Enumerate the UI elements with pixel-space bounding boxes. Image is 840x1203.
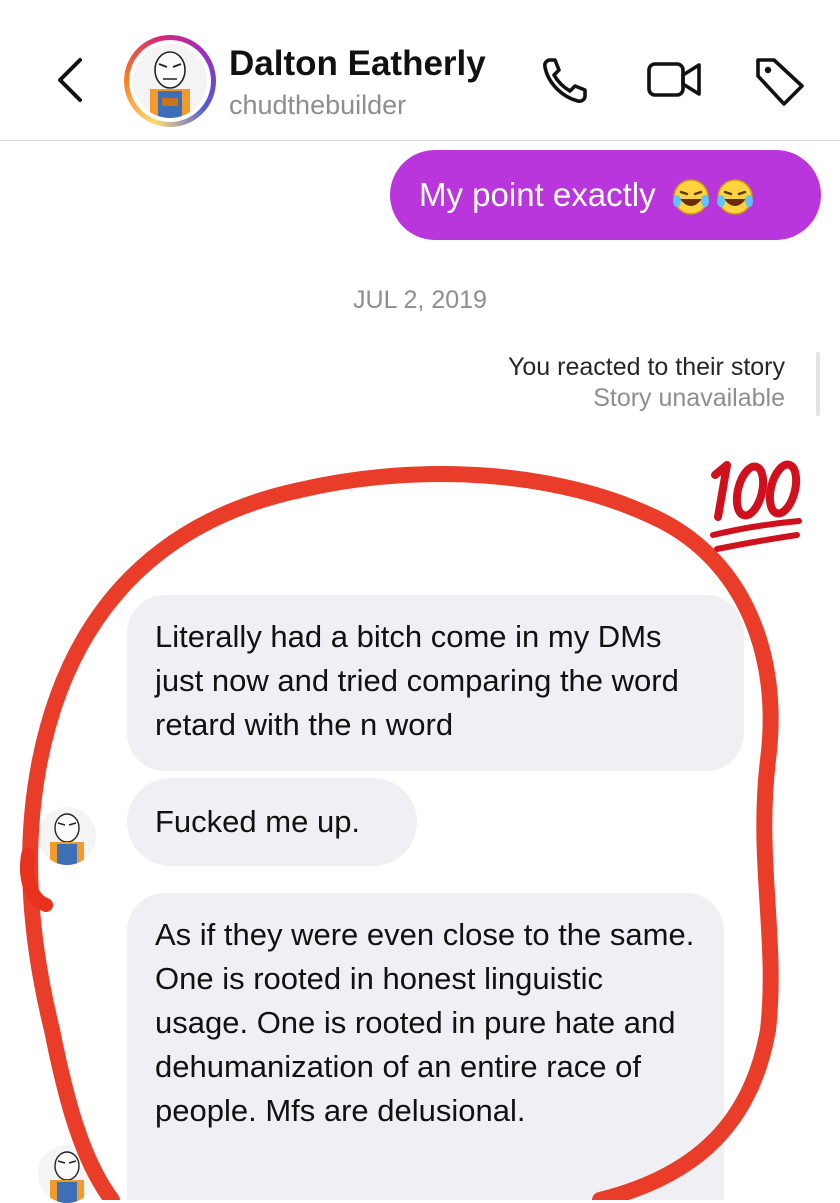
- story-reply-bar: [816, 352, 820, 416]
- sender-avatar[interactable]: [38, 807, 96, 865]
- received-message-text: Fucked me up.: [155, 804, 361, 839]
- video-camera-icon[interactable]: [645, 52, 705, 108]
- sent-message-text: My point exactly: [419, 176, 656, 213]
- received-message-bubble[interactable]: As if they were even close to the same. …: [127, 893, 724, 1200]
- received-message-bubble[interactable]: Fucked me up.: [127, 778, 417, 866]
- received-message-text: As if they were even close to the same. …: [155, 917, 695, 1128]
- laughing-emoji-icon: [672, 179, 753, 216]
- contact-username[interactable]: chudthebuilder: [229, 90, 406, 121]
- story-reaction[interactable]: You reacted to their story Story unavail…: [508, 352, 785, 414]
- received-message-bubble[interactable]: Literally had a bitch come in my DMs jus…: [127, 595, 744, 771]
- profile-avatar[interactable]: [124, 35, 216, 127]
- date-separator: JUL 2, 2019: [353, 286, 487, 314]
- chat-header: Dalton Eatherly chudthebuilder: [0, 0, 840, 141]
- sender-avatar[interactable]: [38, 1145, 96, 1203]
- avatar-image: [133, 44, 207, 118]
- story-reaction-title: You reacted to their story: [507, 353, 785, 381]
- sent-message-bubble[interactable]: My point exactly: [390, 150, 821, 240]
- received-message-text: Literally had a bitch come in my DMs jus…: [155, 619, 679, 742]
- hundred-points-emoji-icon: [710, 460, 802, 552]
- chevron-left-icon[interactable]: [50, 52, 90, 108]
- contact-name[interactable]: Dalton Eatherly: [229, 44, 486, 84]
- tag-icon[interactable]: [750, 52, 810, 108]
- story-unavailable-label: Story unavailable: [593, 384, 785, 412]
- phone-icon[interactable]: [538, 52, 598, 108]
